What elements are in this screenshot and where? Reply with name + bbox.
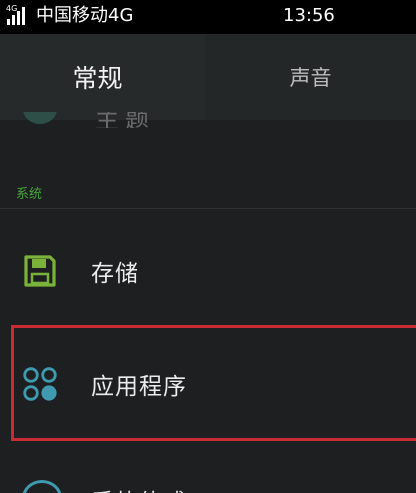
storage-icon: [24, 255, 56, 287]
theme-icon: [23, 112, 57, 124]
carrier-name: 中国移动4G: [36, 5, 134, 26]
tab-sound-label: 声音: [289, 66, 332, 90]
highlight-box: [11, 325, 416, 441]
tab-general[interactable]: 常规: [0, 34, 205, 120]
section-header-system: 系统: [16, 187, 43, 202]
settings-item-label: 手势体感: [91, 483, 187, 493]
status-bar: 4G 中国移动4G 13:56: [0, 0, 416, 34]
status-clock: 13:56: [283, 5, 335, 26]
signal-strength-icon: 4G: [3, 4, 31, 28]
list-item-label: 主题: [95, 112, 155, 128]
settings-tab-bar: 常规 声音: [0, 34, 416, 120]
tab-general-label: 常规: [72, 64, 123, 93]
list-item-partial-top[interactable]: 主题: [0, 112, 416, 128]
gesture-icon: [22, 480, 62, 493]
section-divider: [0, 208, 416, 209]
tab-sound[interactable]: 声音: [205, 34, 416, 120]
settings-item-storage[interactable]: 存储: [0, 225, 416, 315]
settings-item-partial-bottom[interactable]: 手势体感: [0, 470, 416, 493]
settings-item-label: 存储: [91, 261, 139, 287]
